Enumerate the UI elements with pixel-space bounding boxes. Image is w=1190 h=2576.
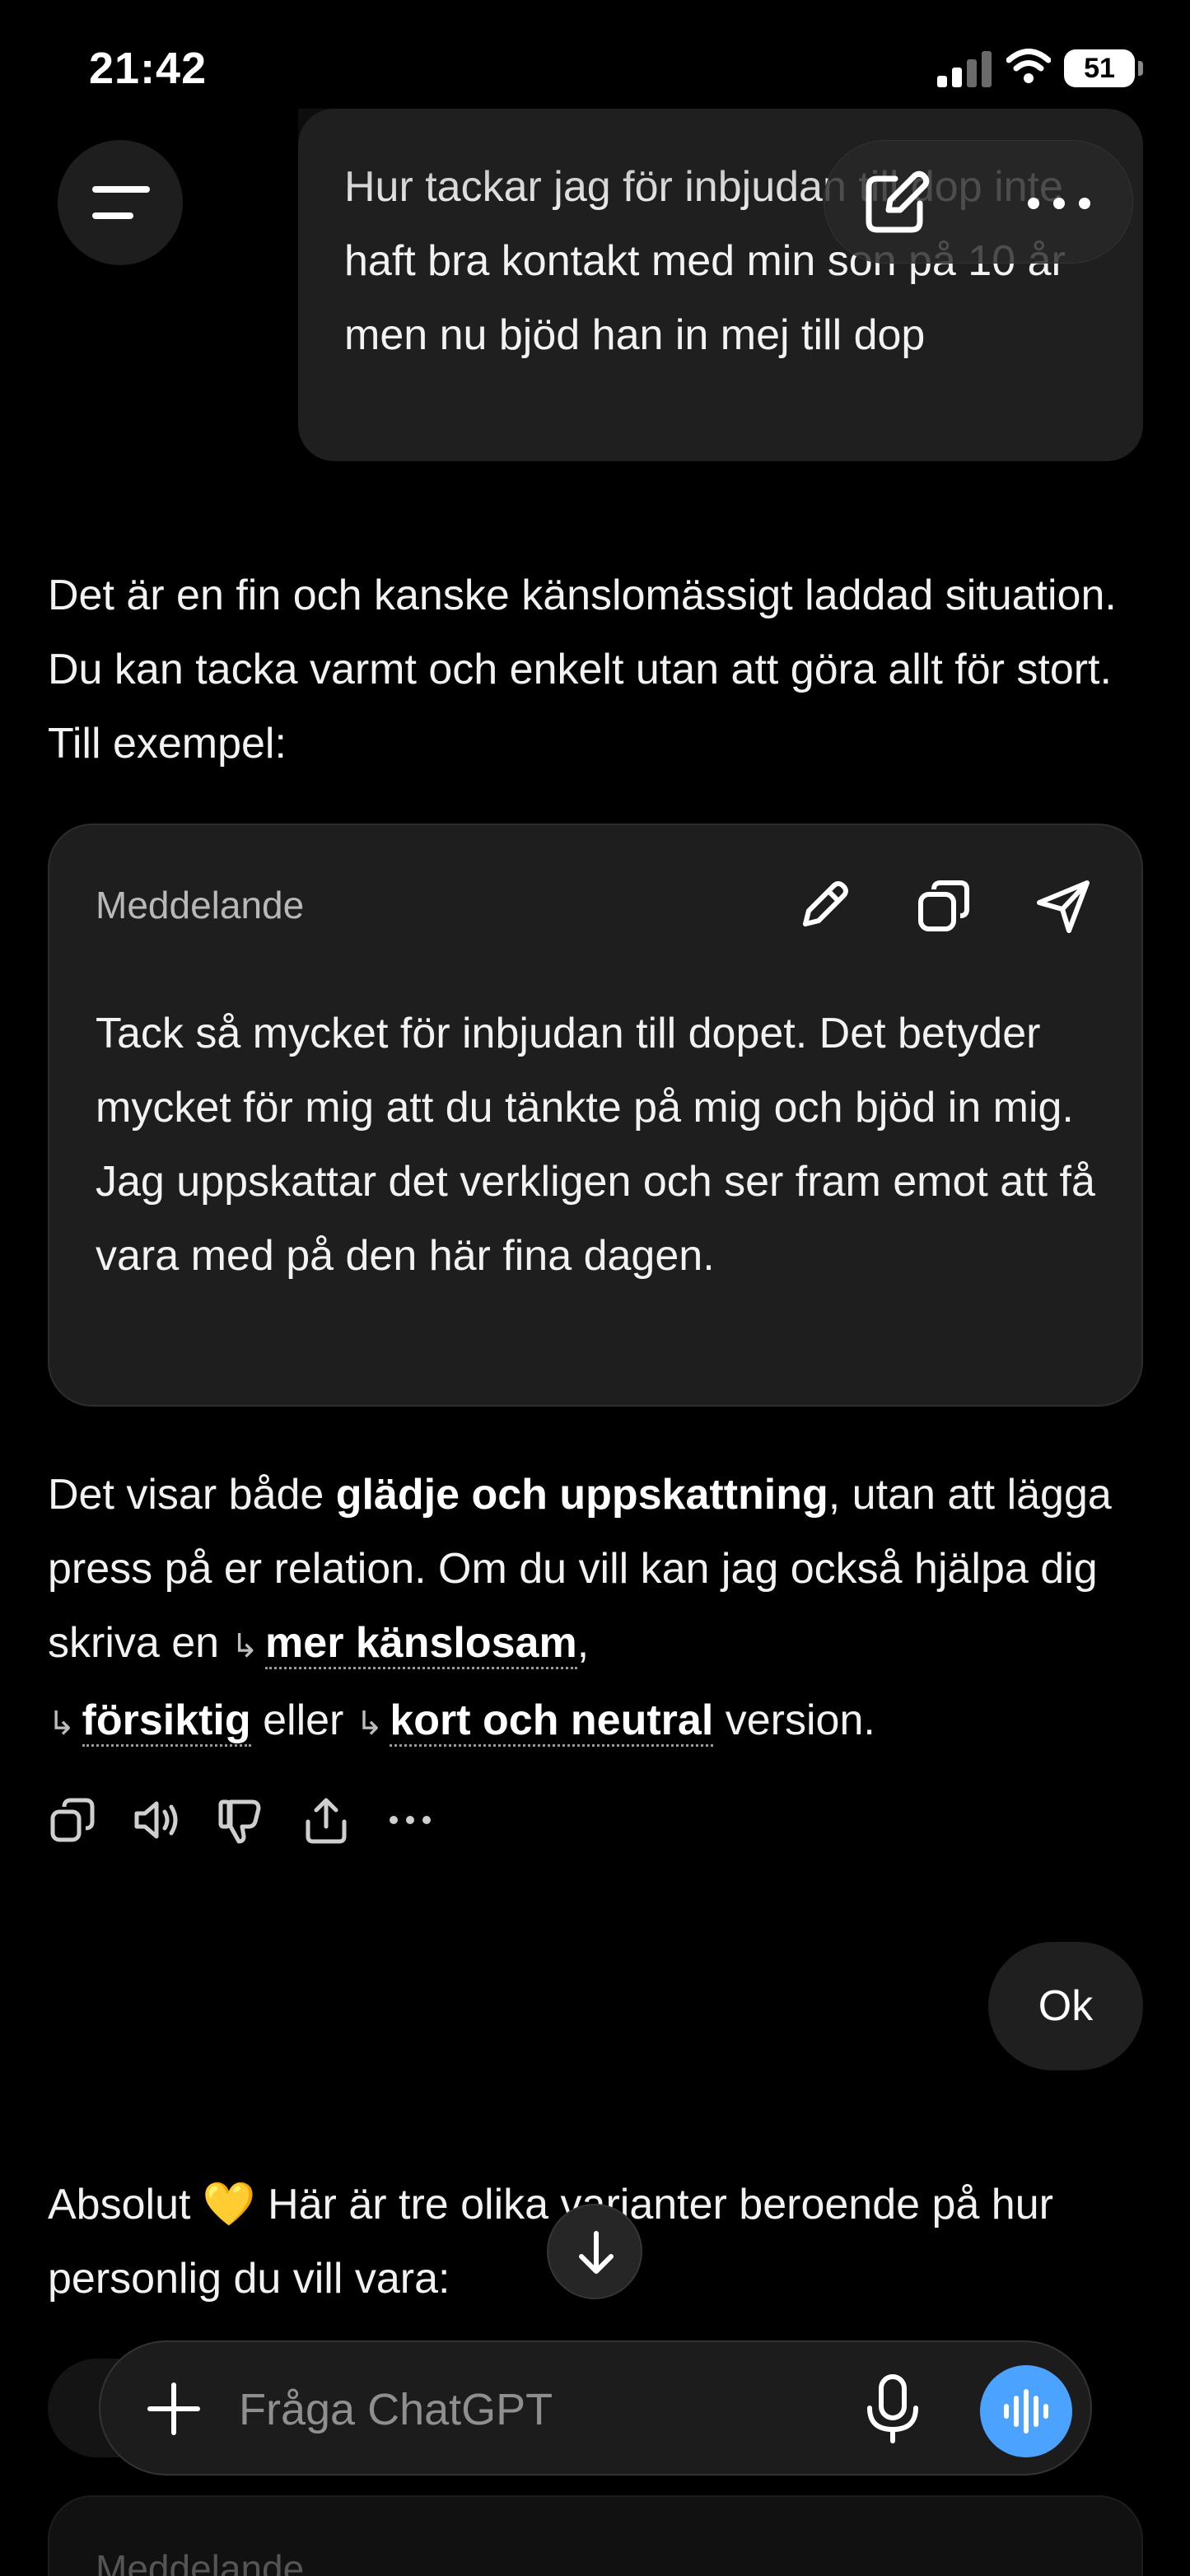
user-message-text-ok: Ok — [1038, 1982, 1094, 2030]
link-kort-och-neutral[interactable]: kort och neutral — [390, 1696, 714, 1747]
message-card: Meddelande Tack så mycket för inbjudan t… — [48, 824, 1143, 1407]
assistant-intro: Det är en fin och kanske känslomässigt l… — [48, 572, 1117, 768]
link-forsiktig[interactable]: försiktig — [82, 1696, 251, 1747]
status-time: 21:42 — [89, 44, 208, 93]
speaker-icon[interactable] — [132, 1794, 181, 1846]
mic-icon[interactable] — [858, 2372, 927, 2446]
scroll-down-button[interactable] — [547, 2204, 642, 2299]
voice-mode-button[interactable] — [980, 2365, 1072, 2457]
more-icon[interactable] — [385, 1794, 435, 1846]
arrow-down-icon — [579, 2231, 614, 2274]
ghost-message-card: Meddelande — [48, 2495, 1143, 2576]
followup-text-1: Det visar både — [48, 1471, 336, 1519]
user-message-bubble-ok: Ok — [988, 1942, 1143, 2070]
followup-bold: glädje och uppskattning — [335, 1471, 828, 1519]
send-icon[interactable] — [1034, 876, 1094, 936]
voice-icon — [1004, 2389, 1048, 2434]
composer — [99, 2340, 1092, 2476]
card-title: Meddelande — [96, 884, 305, 926]
battery-cap — [1138, 61, 1143, 76]
more-icon[interactable] — [1022, 179, 1096, 228]
message-actions — [48, 1794, 460, 1846]
edit-icon[interactable] — [862, 170, 930, 236]
followup-text-4: version. — [713, 1696, 875, 1744]
link-arrow-icon: ↳ — [231, 1628, 259, 1664]
followup-text-3: eller — [250, 1696, 356, 1744]
pencil-icon[interactable] — [794, 876, 853, 936]
share-icon[interactable] — [301, 1794, 351, 1846]
thumbs-down-icon[interactable] — [216, 1794, 265, 1846]
battery-level: 51 — [1064, 49, 1135, 87]
top-actions-pill — [824, 140, 1133, 264]
chat-input[interactable] — [239, 2375, 865, 2444]
plus-icon[interactable] — [145, 2380, 203, 2438]
wifi-icon — [1006, 49, 1051, 83]
ghost-card-title: Meddelande — [96, 2547, 305, 2576]
followup-comma: , — [576, 1619, 590, 1667]
assistant-followup: Det visar både glädje och uppskattning, … — [48, 1458, 1151, 1761]
link-arrow-icon: ↳ — [48, 1706, 76, 1742]
card-body: Tack så mycket för inbjudan till dopet. … — [96, 1010, 1095, 1280]
link-arrow-icon: ↳ — [355, 1706, 384, 1742]
battery-indicator: 51 — [1064, 49, 1143, 87]
menu-button[interactable] — [58, 140, 183, 265]
copy-icon[interactable] — [48, 1794, 97, 1846]
signal-icon — [937, 51, 992, 87]
link-mer-kanslosam[interactable]: mer känslosam — [265, 1619, 577, 1669]
copy-icon[interactable] — [914, 876, 973, 936]
